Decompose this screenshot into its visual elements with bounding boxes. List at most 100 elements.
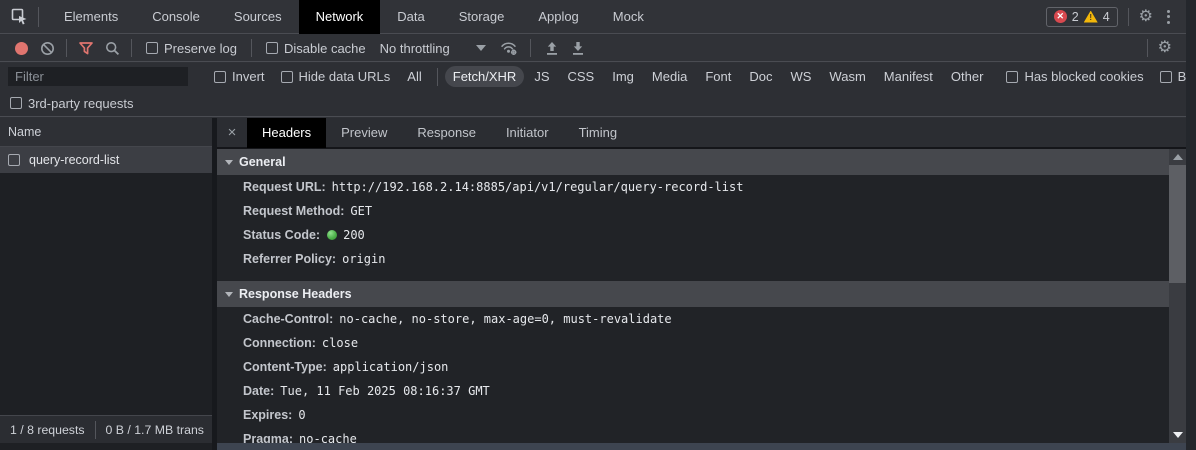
clear-button[interactable] [34,36,60,60]
header-row-connection: Connection: close [217,331,1169,355]
invert-checkbox[interactable] [214,71,226,83]
inspect-cursor-icon [11,8,28,25]
network-settings-gear-icon[interactable]: ⚙ [1158,40,1172,56]
filter-type-font[interactable]: Font [697,66,739,87]
inspect-element-button[interactable] [0,0,38,34]
filter-type-media[interactable]: Media [644,66,695,87]
scrollbar-thumb[interactable] [1169,165,1186,283]
tab-console[interactable]: Console [135,0,217,34]
throttling-value: No throttling [380,41,450,56]
tab-network[interactable]: Network [299,0,381,34]
scroll-up-button[interactable] [1169,149,1186,165]
section-title: Response Headers [239,287,352,301]
divider [1147,39,1148,57]
request-list-panel: Name query-record-list 1 / 8 requests 0 … [0,118,217,450]
filter-type-ws[interactable]: WS [782,66,819,87]
filter-type-other[interactable]: Other [943,66,992,87]
header-row-request-method: Request Method: GET [217,199,1169,223]
summary-bar: 1 / 8 requests 0 B / 1.7 MB trans [0,415,212,443]
divider [95,421,96,439]
toolbar-right-controls: ⚙ [1147,39,1186,57]
issues-badge[interactable]: ✕ 2 ! 4 [1046,7,1118,27]
export-har-button[interactable] [565,36,591,60]
tab-sources[interactable]: Sources [217,0,299,34]
divider [66,39,67,57]
divider [437,68,438,86]
download-icon [571,41,585,56]
filter-type-css[interactable]: CSS [560,66,603,87]
chevron-down-icon [476,45,486,51]
third-party-checkbox[interactable] [10,97,22,109]
funnel-icon [78,41,94,56]
filter-type-wasm[interactable]: Wasm [821,66,873,87]
hide-data-urls-checkbox[interactable] [281,71,293,83]
import-har-button[interactable] [539,36,565,60]
network-toolbar: Preserve log Disable cache No throttling [0,35,1186,62]
tabbar-right-controls: ✕ 2 ! 4 ⚙ [1046,6,1186,28]
header-key: Connection: [243,336,316,350]
header-key: Expires: [243,408,292,422]
tab-response[interactable]: Response [402,118,491,148]
vertical-scrollbar[interactable] [1169,149,1186,443]
has-blocked-cookies-control: Has blocked cookies [1006,69,1143,84]
name-column-header[interactable]: Name [0,118,212,147]
filter-input[interactable] [8,67,188,86]
tab-initiator[interactable]: Initiator [491,118,564,148]
general-section-header[interactable]: General [217,149,1169,175]
record-button[interactable] [8,36,34,60]
header-value: 200 [343,228,365,242]
header-value: no-cache [299,432,357,443]
filter-type-all[interactable]: All [399,66,429,87]
divider [38,7,39,27]
resource-type-filters: All Fetch/XHR JS CSS Img Media Font Doc … [398,66,992,87]
header-value: close [322,336,358,350]
divider [530,39,531,57]
header-key: Request URL: [243,180,326,194]
divider [1128,8,1129,26]
search-button[interactable] [99,36,125,60]
preserve-log-checkbox[interactable] [146,42,158,54]
scroll-down-button[interactable] [1169,427,1186,443]
horizontal-scrollbar[interactable] [217,443,1186,450]
filter-type-manifest[interactable]: Manifest [876,66,941,87]
network-split-view: Name query-record-list 1 / 8 requests 0 … [0,118,1186,450]
filter-type-doc[interactable]: Doc [741,66,780,87]
request-row-checkbox[interactable] [8,154,20,166]
third-party-label: 3rd-party requests [28,96,134,111]
header-row-content-type: Content-Type: application/json [217,355,1169,379]
tab-preview[interactable]: Preview [326,118,402,148]
header-value: 0 [298,408,305,422]
network-conditions-button[interactable] [496,36,522,60]
header-key: Pragma: [243,432,293,443]
filter-type-fetch-xhr[interactable]: Fetch/XHR [445,66,525,87]
blocked-requests-checkbox[interactable] [1160,71,1172,83]
settings-gear-icon[interactable]: ⚙ [1139,9,1153,25]
main-tabbar: Elements Console Sources Network Data St… [0,0,1186,34]
throttling-select[interactable]: No throttling [380,41,486,56]
response-headers-section-header[interactable]: Response Headers [217,281,1169,307]
has-blocked-cookies-checkbox[interactable] [1006,71,1018,83]
tab-storage[interactable]: Storage [442,0,522,34]
table-row[interactable]: query-record-list [0,147,212,173]
tab-data[interactable]: Data [380,0,441,34]
close-icon[interactable]: × [217,118,247,148]
triangle-up-icon [1173,154,1183,160]
tab-mock[interactable]: Mock [596,0,661,34]
filter-type-js[interactable]: JS [526,66,557,87]
header-value: application/json [333,360,449,374]
tab-applog[interactable]: Applog [521,0,595,34]
tab-elements[interactable]: Elements [47,0,135,34]
filter-type-img[interactable]: Img [604,66,642,87]
requests-count: 1 / 8 requests [10,423,85,437]
triangle-down-icon [1173,432,1183,438]
third-party-row: 3rd-party requests [0,90,1186,117]
header-value: GET [350,204,372,218]
disable-cache-checkbox[interactable] [266,42,278,54]
tab-headers[interactable]: Headers [247,118,326,148]
filter-toggle-button[interactable] [73,36,99,60]
status-ok-icon [327,230,337,240]
more-options-icon[interactable] [1163,6,1174,28]
tab-timing[interactable]: Timing [564,118,633,148]
devtools-window: Elements Console Sources Network Data St… [0,0,1196,450]
hide-data-urls-label: Hide data URLs [299,69,391,84]
